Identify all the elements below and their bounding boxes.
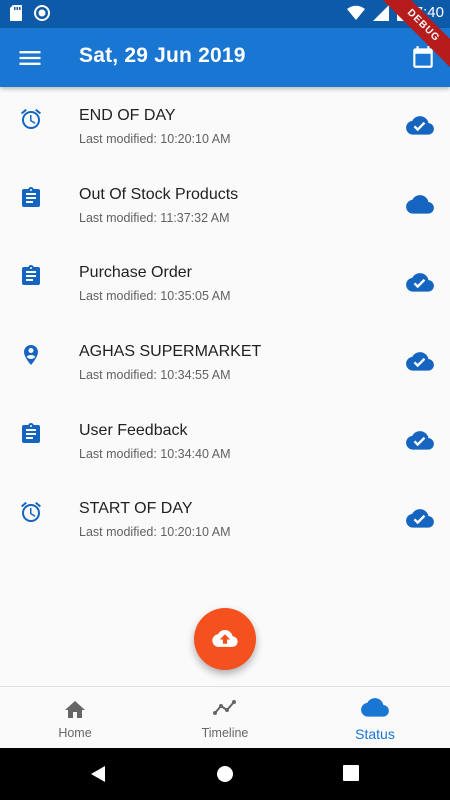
back-icon[interactable] (89, 765, 107, 783)
item-title: END OF DAY (79, 107, 176, 124)
nav-timeline-label: Timeline (201, 726, 249, 740)
page-title: Sat, 29 Jun 2019 (79, 44, 246, 67)
cloud-upload-icon (212, 630, 238, 647)
item-title: AGHAS SUPERMARKET (79, 343, 262, 361)
nav-home[interactable]: Home (0, 687, 150, 748)
cloud-done-icon (406, 352, 434, 371)
cloud-icon (361, 698, 389, 717)
assignment-icon (22, 265, 40, 286)
bottom-navigation: Home Timeline Status (0, 686, 450, 748)
list-item[interactable]: Purchase Order Last modified: 10:35:05 A… (0, 244, 450, 323)
home-circle-icon[interactable] (216, 765, 234, 783)
signal-icon (372, 4, 389, 21)
upload-fab-button[interactable] (194, 608, 256, 670)
sync-item-list: END OF DAY Last modified: 10:20:10 AM Ou… (0, 87, 450, 559)
sync-circle-icon (34, 5, 50, 21)
recents-icon[interactable] (343, 765, 359, 781)
list-item[interactable]: Out Of Stock Products Last modified: 11:… (0, 166, 450, 245)
list-item[interactable]: User Feedback Last modified: 10:34:40 AM (0, 402, 450, 481)
item-title: START OF DAY (79, 500, 193, 518)
cloud-icon (406, 194, 434, 214)
cloud-done-icon (406, 273, 434, 293)
nav-status-label: Status (355, 726, 395, 742)
list-item[interactable]: AGHAS SUPERMARKET Last modified: 10:34:5… (0, 323, 450, 402)
alarm-icon (21, 502, 41, 523)
list-item[interactable]: START OF DAY Last modified: 10:20:10 AM (0, 480, 450, 559)
assignment-icon (22, 422, 40, 443)
item-subtitle: Last modified: 10:35:05 AM (79, 289, 231, 304)
cloud-done-icon (406, 116, 434, 135)
system-status-bar: 7:40 (0, 0, 450, 28)
item-title: Purchase Order (79, 264, 192, 282)
nav-home-label: Home (58, 726, 92, 740)
list-item[interactable]: END OF DAY Last modified: 10:20:10 AM (0, 87, 450, 166)
nav-status[interactable]: Status (300, 687, 450, 748)
menu-icon[interactable] (16, 44, 44, 72)
item-subtitle: Last modified: 11:37:32 AM (79, 210, 230, 225)
cloud-done-icon (406, 509, 434, 529)
system-navigation-bar (0, 748, 450, 800)
app-bar: Sat, 29 Jun 2019 (0, 28, 450, 87)
timeline-icon (213, 700, 236, 715)
item-subtitle: Last modified: 10:20:10 AM (79, 525, 231, 540)
nav-timeline[interactable]: Timeline (150, 687, 300, 748)
assignment-icon (22, 186, 40, 207)
alarm-icon (21, 108, 41, 129)
item-title: User Feedback (79, 421, 188, 439)
location-pin-icon (24, 345, 38, 366)
item-subtitle: Last modified: 10:34:40 AM (79, 446, 231, 461)
sd-card-icon (10, 5, 22, 21)
item-subtitle: Last modified: 10:34:55 AM (79, 368, 231, 383)
item-subtitle: Last modified: 10:20:10 AM (79, 132, 231, 146)
item-title: Out Of Stock Products (79, 185, 239, 203)
wifi-icon (346, 5, 365, 20)
cloud-done-icon (406, 430, 434, 450)
home-icon (65, 701, 85, 718)
